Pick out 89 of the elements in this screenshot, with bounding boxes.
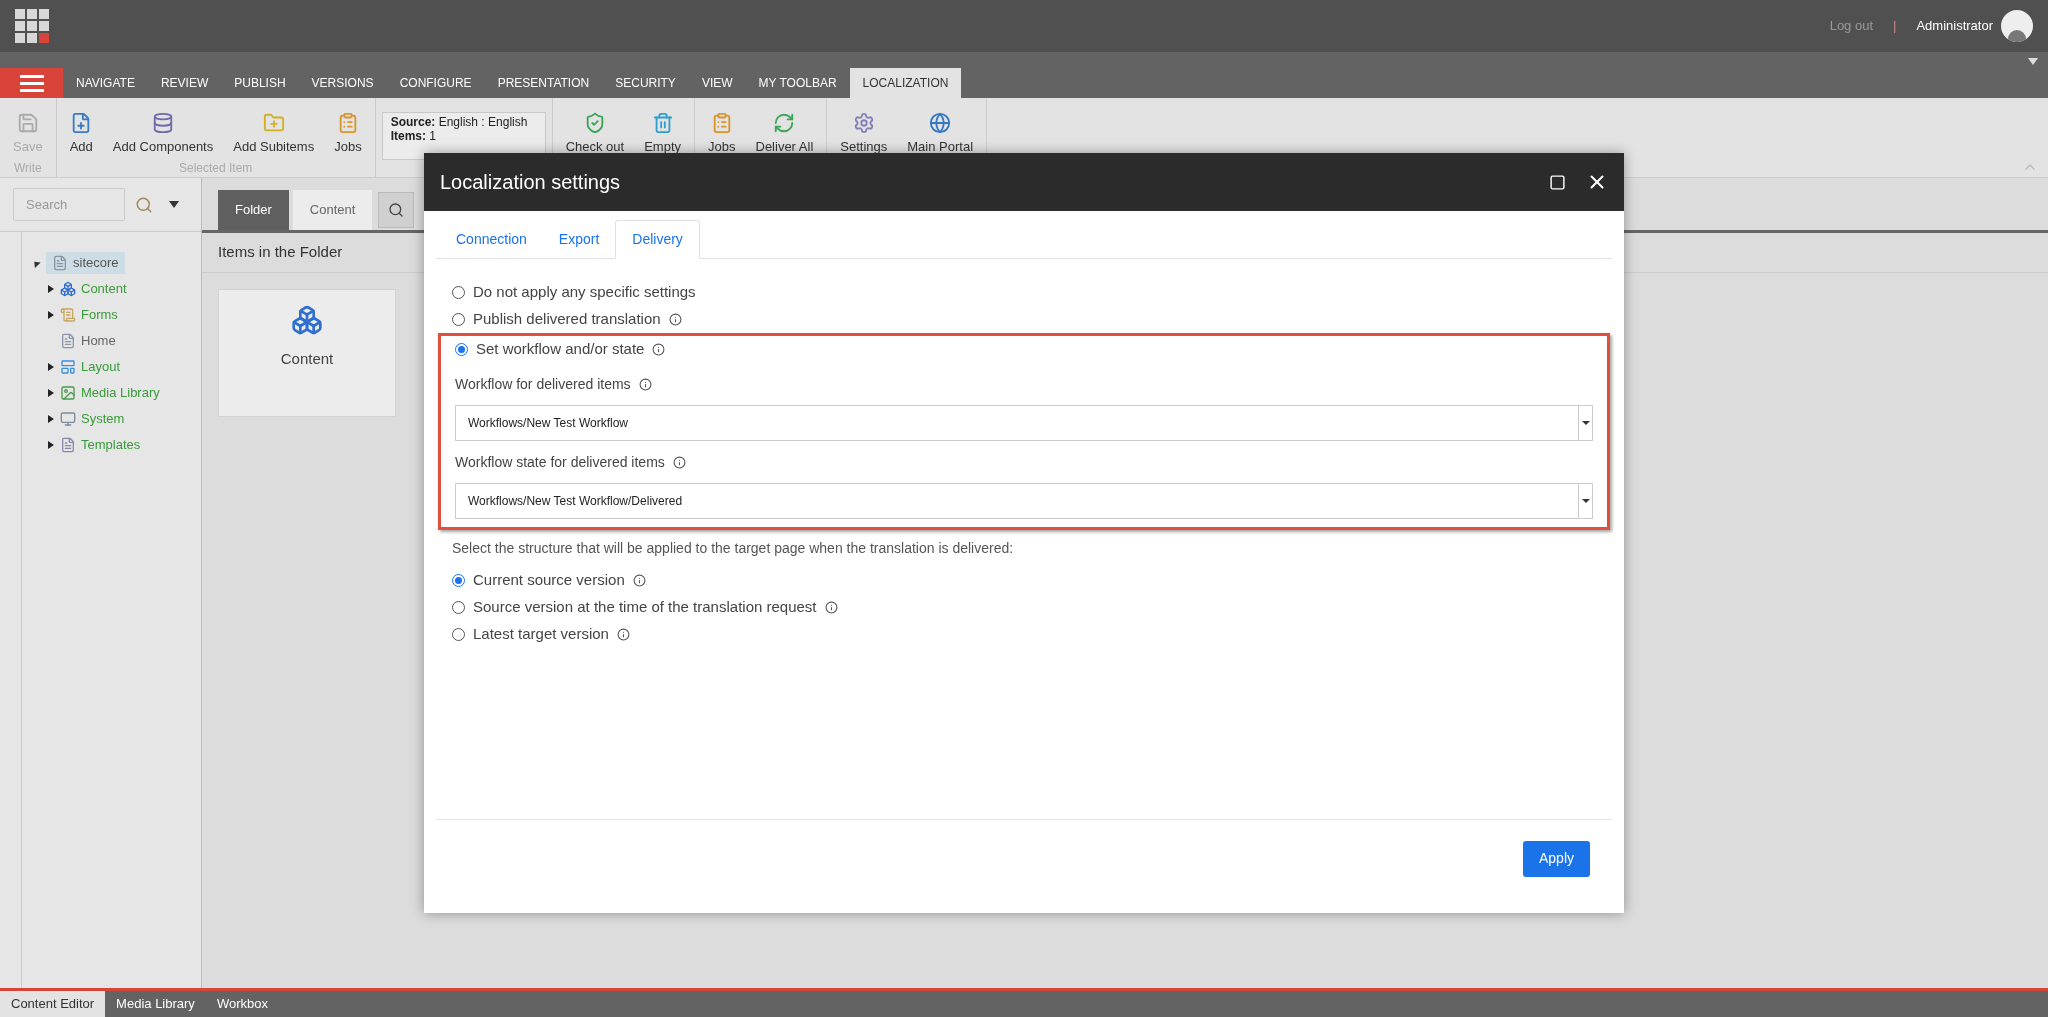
section-title: Items in the Folder bbox=[218, 242, 343, 263]
search-button[interactable] bbox=[378, 192, 415, 228]
expand-arrow-icon[interactable] bbox=[48, 415, 54, 423]
user-name: Administrator bbox=[1916, 17, 1993, 36]
ribbon-button[interactable]: Add Components bbox=[105, 112, 221, 159]
cubes-icon bbox=[60, 281, 76, 297]
item-card[interactable]: Content bbox=[218, 289, 396, 417]
search-icon bbox=[388, 202, 405, 218]
ribbon-tab[interactable]: NAVIGATE bbox=[63, 68, 148, 98]
dropdown-caret-icon[interactable] bbox=[169, 201, 179, 208]
search-icon[interactable] bbox=[135, 195, 153, 214]
option-label: Source version at the time of the translation request bbox=[473, 597, 817, 618]
apply-button[interactable]: Apply bbox=[1522, 840, 1590, 877]
radio-button[interactable] bbox=[452, 628, 465, 641]
trash-icon bbox=[651, 112, 674, 134]
ribbon-tab[interactable]: CONFIGURE bbox=[386, 68, 485, 98]
caret-icon[interactable] bbox=[2028, 58, 2038, 65]
menu-button[interactable] bbox=[0, 68, 63, 98]
info-icon bbox=[638, 377, 652, 391]
ribbon-tab[interactable]: VIEW bbox=[688, 68, 746, 98]
content-tab[interactable]: Folder bbox=[218, 190, 289, 230]
structure-prompt: Select the structure that will be applied to the target page when the translation is delivered: bbox=[452, 539, 1015, 558]
option-label: Publish delivered translation bbox=[473, 309, 661, 330]
ribbon-tab[interactable]: PUBLISH bbox=[221, 68, 299, 98]
monitor-icon bbox=[60, 411, 76, 427]
save-icon bbox=[16, 112, 39, 134]
maximize-icon[interactable] bbox=[1549, 173, 1566, 191]
cubes-icon bbox=[291, 304, 323, 336]
field-label: Workflow state for delivered items bbox=[455, 452, 665, 472]
group-label: Selected Item bbox=[177, 160, 254, 177]
folder-plus-icon bbox=[262, 112, 285, 134]
app-tab[interactable]: Media Library bbox=[105, 991, 206, 1017]
ribbon-tab[interactable]: VERSIONS bbox=[298, 68, 387, 98]
info-icon bbox=[672, 455, 686, 469]
group-label: Write bbox=[12, 160, 43, 177]
select-field[interactable]: Workflows/New Test Workflow/Delivered bbox=[455, 483, 1593, 519]
avatar-icon[interactable] bbox=[2001, 10, 2033, 42]
option-label: Latest target version bbox=[473, 624, 609, 645]
select-field[interactable]: Workflows/New Test Workflow bbox=[455, 405, 1593, 441]
database-icon bbox=[152, 112, 174, 134]
ribbon-button[interactable]: Settings bbox=[833, 112, 895, 177]
ribbon-tab[interactable]: PRESENTATION bbox=[484, 68, 603, 98]
tree-item[interactable]: sitecore bbox=[46, 252, 125, 274]
ribbon-tab[interactable]: LOCALIZATION bbox=[849, 68, 962, 98]
layout-icon bbox=[60, 359, 76, 375]
app-tab[interactable]: Content Editor bbox=[0, 991, 106, 1017]
content-tab[interactable]: Content bbox=[292, 190, 373, 230]
document-icon bbox=[60, 437, 76, 453]
refresh-icon bbox=[773, 112, 796, 134]
ribbon-button[interactable]: Jobs bbox=[701, 112, 743, 177]
ribbon-button[interactable]: Add Subitems bbox=[226, 112, 322, 159]
ribbon-button[interactable]: Jobs bbox=[327, 112, 369, 159]
search-field[interactable]: Search bbox=[13, 188, 125, 221]
page-icon bbox=[60, 333, 76, 349]
globe-icon bbox=[929, 112, 952, 134]
page-icon bbox=[52, 255, 68, 271]
dialog-tab[interactable]: Delivery bbox=[615, 220, 700, 259]
radio-button[interactable] bbox=[452, 601, 465, 614]
tree-item[interactable]: Home bbox=[60, 331, 116, 351]
dialog-title: Localization settings bbox=[440, 170, 622, 195]
radio-button[interactable] bbox=[452, 313, 465, 326]
form-icon bbox=[60, 307, 76, 323]
image-icon bbox=[60, 385, 76, 401]
radio-button[interactable] bbox=[452, 286, 465, 299]
ribbon-button[interactable]: Deliver All bbox=[748, 112, 821, 177]
field-label: Workflow for delivered items bbox=[455, 374, 631, 394]
ribbon-tab[interactable]: REVIEW bbox=[147, 68, 222, 98]
option-label: Do not apply any specific settings bbox=[473, 282, 696, 303]
app-grid-icon[interactable] bbox=[15, 9, 49, 43]
app-tab[interactable]: Workbox bbox=[205, 991, 279, 1017]
ribbon-button[interactable]: Empty bbox=[637, 112, 689, 177]
expand-arrow-icon[interactable] bbox=[48, 285, 54, 293]
radio-button[interactable] bbox=[452, 574, 465, 587]
ribbon-tab[interactable]: SECURITY bbox=[602, 68, 689, 98]
item-label: Content bbox=[280, 349, 334, 369]
ribbon-button[interactable]: Main Portal bbox=[900, 112, 981, 177]
option-label: Set workflow and/or state bbox=[476, 339, 645, 360]
settings-icon bbox=[852, 112, 875, 134]
option-label: Current source version bbox=[473, 570, 625, 591]
ribbon-tab[interactable]: MY TOOLBAR bbox=[745, 68, 850, 98]
expand-arrow-icon[interactable] bbox=[48, 441, 54, 449]
expand-arrow-icon[interactable] bbox=[48, 389, 54, 397]
ribbon-button[interactable]: Add bbox=[62, 112, 100, 159]
expand-arrow-icon[interactable] bbox=[48, 311, 54, 319]
expand-arrow-icon[interactable] bbox=[48, 363, 54, 371]
radio-button[interactable] bbox=[455, 343, 468, 356]
separator: | bbox=[1893, 17, 1897, 36]
dialog-tab[interactable]: Connection bbox=[440, 220, 543, 259]
dialog-tab[interactable]: Export bbox=[542, 220, 616, 259]
